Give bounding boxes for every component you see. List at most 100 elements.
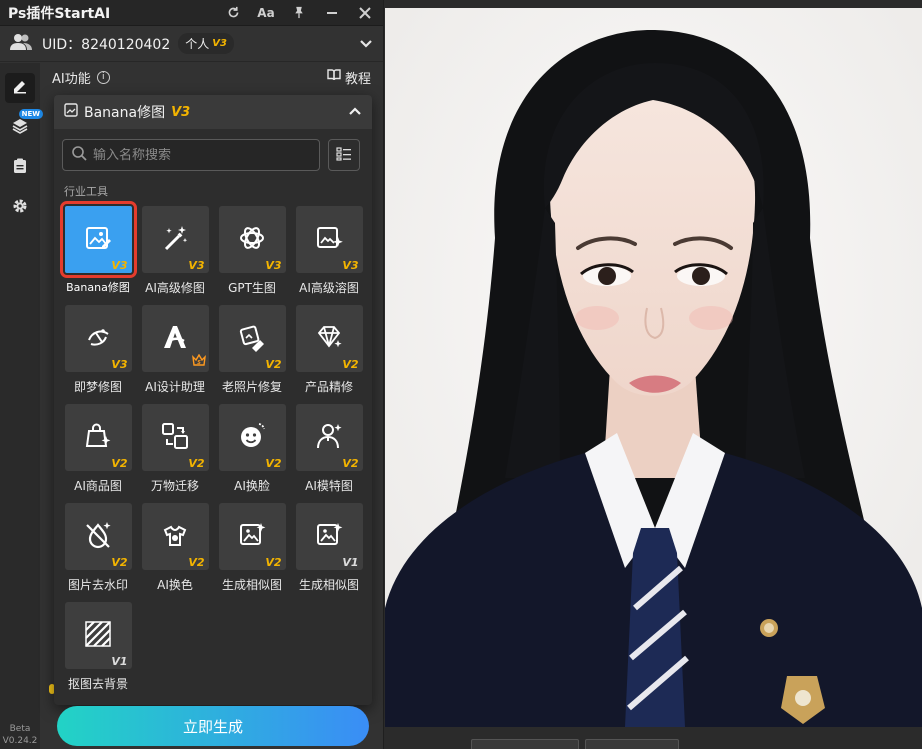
content-area: AI功能 i 教程 Banana修图 V3 输入名称搜索 行业工具 V3 Ban… — [40, 63, 383, 749]
list-view-icon — [336, 146, 352, 165]
tool-tile: S — [141, 305, 209, 372]
dropdown-header[interactable]: Banana修图 V3 — [54, 95, 372, 129]
diamond-icon — [314, 322, 344, 356]
close-icon[interactable] — [355, 3, 375, 23]
crown-badge: S — [191, 353, 206, 369]
tool-tile: V3 — [141, 206, 209, 273]
tool-tile: V2 — [295, 404, 363, 471]
pin-icon[interactable] — [289, 3, 309, 23]
tool-tile: V2 — [64, 404, 132, 471]
watermark-remove-icon — [83, 520, 113, 554]
tool-banana[interactable]: V3 Banana修图 — [59, 201, 137, 305]
similar-image-icon — [314, 520, 344, 554]
tool-name: 产品精修 — [304, 380, 353, 394]
ai-section-header: AI功能 i 教程 — [40, 63, 383, 91]
tool-tile: V3 — [295, 206, 363, 273]
tool-name: 生成相似图 — [221, 578, 282, 592]
rail-layers[interactable]: NEW — [5, 109, 43, 143]
tool-ai-advanced-retouch[interactable]: V3 AI高级修图 — [141, 206, 209, 305]
search-input[interactable] — [93, 147, 311, 163]
tool-ai-design-assistant[interactable]: S AI设计助理 — [141, 305, 209, 404]
tool-ai-face-swap[interactable]: V2 AI换脸 — [218, 404, 286, 503]
tool-version: V2 — [111, 556, 128, 569]
minimize-icon[interactable] — [322, 3, 342, 23]
chevron-up-icon[interactable] — [348, 104, 362, 120]
tutorial-link[interactable]: 教程 — [327, 68, 371, 87]
tool-ai-product-image[interactable]: V2 AI商品图 — [64, 404, 132, 503]
edit-icon — [12, 78, 28, 98]
tool-version: V2 — [265, 358, 282, 371]
rail-edit[interactable] — [5, 73, 35, 103]
tool-tile: V2 — [141, 404, 209, 471]
tool-similar-image-v2[interactable]: V2 生成相似图 — [218, 503, 286, 602]
user-id: UID：8240120402 — [42, 36, 171, 53]
tool-tile: V2 — [218, 503, 286, 570]
layers-icon — [12, 118, 28, 138]
palette-icon — [160, 520, 190, 554]
users-icon — [10, 33, 32, 55]
tool-version: V2 — [342, 358, 359, 371]
selected-tool-name: Banana修图 — [84, 105, 166, 121]
document-canvas[interactable] — [385, 8, 922, 727]
shopping-bag-icon — [83, 421, 113, 455]
view-toggle-button[interactable] — [328, 139, 360, 171]
beta-label: Beta — [9, 724, 31, 734]
tool-ai-recolor[interactable]: V2 AI换色 — [141, 503, 209, 602]
title-bar: Ps插件StartAI Aa — [0, 0, 383, 26]
tool-dream-retouch[interactable]: V3 即梦修图 — [64, 305, 132, 404]
tool-tile: V2 — [295, 305, 363, 372]
tool-name: AI商品图 — [74, 479, 122, 493]
tool-name: Banana修图 — [66, 281, 130, 294]
plan-badge: 个人 V3 — [178, 33, 234, 54]
tool-watermark-remove[interactable]: V2 图片去水印 — [64, 503, 132, 602]
tool-name: AI模特图 — [305, 479, 353, 493]
status-pill-right[interactable] — [585, 739, 679, 749]
generate-button[interactable]: 立即生成 — [57, 706, 369, 746]
image-sparkle-icon — [314, 223, 344, 257]
dream-icon — [83, 322, 113, 356]
canvas-bottom-bar — [385, 727, 922, 749]
tool-similar-image-v1[interactable]: V1 生成相似图 — [295, 503, 363, 602]
tool-tile: V3 — [218, 206, 286, 273]
search-icon — [71, 145, 87, 165]
rail-settings[interactable] — [5, 193, 35, 223]
book-icon — [327, 69, 341, 85]
tool-gpt-image[interactable]: V3 GPT生图 — [218, 206, 286, 305]
crown-letter: S — [197, 360, 201, 366]
photo-restore-icon — [237, 322, 267, 356]
chevron-down-icon[interactable] — [359, 34, 373, 53]
rail-notes[interactable] — [5, 153, 35, 183]
tool-version: V2 — [111, 457, 128, 470]
tool-tile: V2 — [64, 503, 132, 570]
transfer-icon — [160, 421, 190, 455]
tool-tile: V2 — [141, 503, 209, 570]
user-bar: UID：8240120402 个人 V3 — [0, 26, 383, 62]
tool-tile: V3 — [59, 201, 137, 278]
tool-ai-advanced-blend[interactable]: V3 AI高级溶图 — [295, 206, 363, 305]
search-row — [62, 139, 360, 171]
tutorial-label: 教程 — [344, 71, 371, 87]
tool-version: V1 — [111, 655, 128, 668]
refresh-icon[interactable] — [223, 3, 243, 23]
tool-tile: V2 — [218, 404, 286, 471]
tool-product-refine[interactable]: V2 产品精修 — [295, 305, 363, 404]
tool-version: V3 — [188, 259, 205, 272]
gpt-logo-icon — [237, 223, 267, 257]
info-icon[interactable]: i — [96, 70, 110, 84]
tool-tile: V2 — [218, 305, 286, 372]
similar-image-icon — [237, 520, 267, 554]
tool-ai-model-image[interactable]: V2 AI模特图 — [295, 404, 363, 503]
tool-version: V2 — [265, 457, 282, 470]
app-title: Ps插件StartAI — [8, 5, 111, 22]
font-size-button[interactable]: Aa — [256, 3, 276, 23]
tool-old-photo-restore[interactable]: V2 老照片修复 — [218, 305, 286, 404]
tool-tile: V1 — [64, 602, 132, 669]
tool-universal-transfer[interactable]: V2 万物迁移 — [141, 404, 209, 503]
canvas-top-strip — [385, 0, 922, 8]
status-pill-left[interactable] — [471, 739, 579, 749]
tool-version: V3 — [265, 259, 282, 272]
tool-remove-background[interactable]: V1 抠图去背景 — [64, 602, 132, 701]
left-rail: NEW Beta V0.24.2 — [0, 63, 43, 749]
tool-name: AI高级修图 — [145, 281, 205, 295]
tool-name: GPT生图 — [228, 281, 276, 295]
